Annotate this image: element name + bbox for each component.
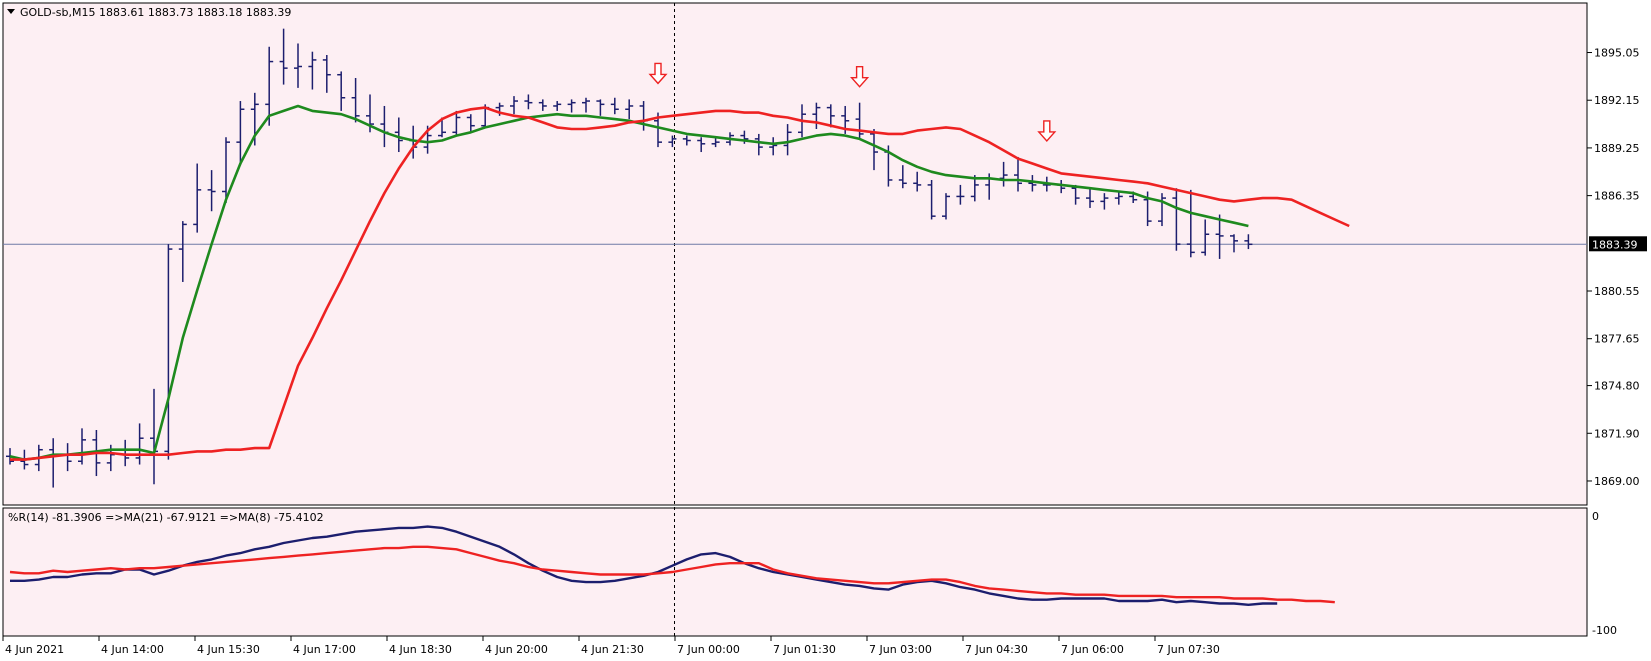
current-price-label: 1883.39	[1592, 238, 1638, 251]
trading-chart[interactable]: 1895.05 1892.15 1889.25 1886.35 1883.39 1880.…	[0, 0, 1651, 661]
indicator-info-label: %R(14) -81.3906 =>MA(21) -67.9121 =>MA(8…	[8, 511, 324, 524]
time-axis-label: 7 Jun 00:00	[677, 643, 740, 656]
time-axis-label: 4 Jun 20:00	[485, 643, 548, 656]
time-axis-label: 4 Jun 14:00	[101, 643, 164, 656]
time-axis-label: 7 Jun 07:30	[1157, 643, 1220, 656]
indicator-scale-top: 0	[1592, 510, 1599, 523]
price-axis-label: 1871.90	[1594, 427, 1640, 440]
time-axis-label: 7 Jun 04:30	[965, 643, 1028, 656]
time-axis-label: 4 Jun 15:30	[197, 643, 260, 656]
time-axis-label: 4 Jun 21:30	[581, 643, 644, 656]
symbol-info-label: GOLD-sb,M15 1883.61 1883.73 1883.18 1883…	[20, 6, 291, 19]
time-axis-label: 7 Jun 03:00	[869, 643, 932, 656]
price-axis-label: 1874.80	[1594, 380, 1640, 393]
indicator-scale-bottom: -100	[1592, 624, 1617, 637]
price-axis-label: 1869.00	[1594, 475, 1640, 488]
time-axis-label: 7 Jun 01:30	[773, 643, 836, 656]
price-axis-label: 1886.35	[1594, 190, 1640, 203]
price-pane[interactable]	[2, 2, 1588, 506]
price-axis-label: 1877.65	[1594, 333, 1640, 346]
symbol-header: GOLD-sb,M15 1883.61 1883.73 1883.18 1883…	[7, 6, 291, 19]
price-axis-label: 1880.55	[1594, 285, 1640, 298]
indicator-pane[interactable]	[2, 507, 1588, 637]
price-axis-label: 1895.05	[1594, 47, 1640, 60]
time-axis-label: 4 Jun 17:00	[293, 643, 356, 656]
price-axis-label: 1892.15	[1594, 94, 1640, 107]
price-axis-label: 1889.25	[1594, 142, 1640, 155]
time-axis-label: 4 Jun 2021	[5, 643, 64, 656]
time-axis-label: 7 Jun 06:00	[1061, 643, 1124, 656]
time-axis-label: 4 Jun 18:30	[389, 643, 452, 656]
